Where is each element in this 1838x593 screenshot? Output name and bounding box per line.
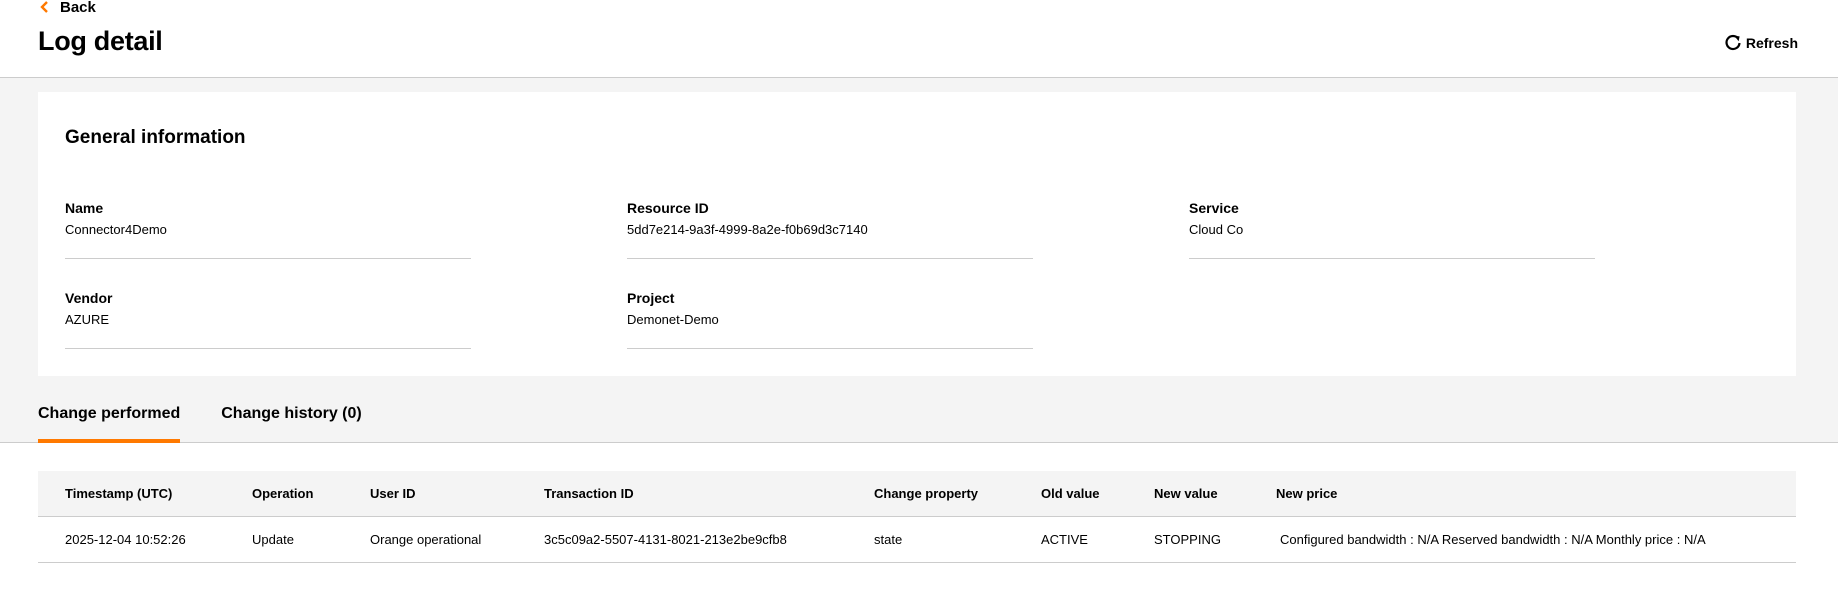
field-value: 5dd7e214-9a3f-4999-8a2e-f0b69d3c7140 xyxy=(627,222,868,237)
refresh-label: Refresh xyxy=(1745,35,1798,51)
cell-user-id: Orange operational xyxy=(370,532,482,547)
cell-operation: Update xyxy=(252,532,294,547)
field-label: Vendor xyxy=(65,290,113,306)
field-service: Service Cloud Co xyxy=(1189,200,1595,259)
cell-new-price: Configured bandwidth : N/A Reserved band… xyxy=(1280,532,1706,547)
cell-change-property: state xyxy=(874,532,903,547)
page-title: Log detail xyxy=(38,26,163,56)
cell-transaction-id: 3c5c09a2-5507-4131-8021-213e2be9cfb8 xyxy=(544,532,787,547)
back-link[interactable]: Back xyxy=(38,0,96,16)
field-name: Name Connector4Demo xyxy=(65,200,471,259)
page-header: Back Log detail Refresh xyxy=(0,0,1838,78)
chevron-left-icon xyxy=(38,0,50,14)
field-vendor: Vendor AZURE xyxy=(65,290,471,349)
table-row: 2025-12-04 10:52:26 Update Orange operat… xyxy=(38,517,1796,563)
column-header-user-id: User ID xyxy=(370,486,416,501)
field-value: Demonet-Demo xyxy=(627,312,719,327)
tab-bar: Change performed Change history (0) xyxy=(38,405,362,443)
column-header-change-property: Change property xyxy=(874,486,979,501)
tab-change-history[interactable]: Change history (0) xyxy=(221,405,361,443)
content-area: General information Name Connector4Demo … xyxy=(0,78,1838,443)
column-header-new-price: New price xyxy=(1276,486,1338,501)
field-value: Connector4Demo xyxy=(65,222,167,237)
field-label: Resource ID xyxy=(627,200,709,216)
refresh-button[interactable]: Refresh xyxy=(1724,34,1798,52)
column-header-old-value: Old value xyxy=(1041,486,1100,501)
back-label: Back xyxy=(60,0,96,16)
table-header: Timestamp (UTC) Operation User ID Transa… xyxy=(38,471,1796,517)
refresh-icon xyxy=(1724,34,1742,52)
cell-new-value: STOPPING xyxy=(1154,532,1221,547)
field-project: Project Demonet-Demo xyxy=(627,290,1033,349)
cell-timestamp: 2025-12-04 10:52:26 xyxy=(65,532,186,547)
field-label: Service xyxy=(1189,200,1239,216)
tab-change-performed[interactable]: Change performed xyxy=(38,405,181,443)
field-value: AZURE xyxy=(65,312,110,327)
card-title: General information xyxy=(65,127,246,148)
cell-old-value: ACTIVE xyxy=(1041,532,1088,547)
column-header-operation: Operation xyxy=(252,486,314,501)
column-header-transaction-id: Transaction ID xyxy=(544,486,634,501)
column-header-timestamp: Timestamp (UTC) xyxy=(65,486,173,501)
general-information-card: General information Name Connector4Demo … xyxy=(38,92,1796,376)
field-label: Project xyxy=(627,290,675,306)
field-value: Cloud Co xyxy=(1189,222,1244,237)
field-label: Name xyxy=(65,200,104,216)
changes-table: Timestamp (UTC) Operation User ID Transa… xyxy=(38,471,1796,563)
field-resource-id: Resource ID 5dd7e214-9a3f-4999-8a2e-f0b6… xyxy=(627,200,1033,259)
column-header-new-value: New value xyxy=(1154,486,1218,501)
